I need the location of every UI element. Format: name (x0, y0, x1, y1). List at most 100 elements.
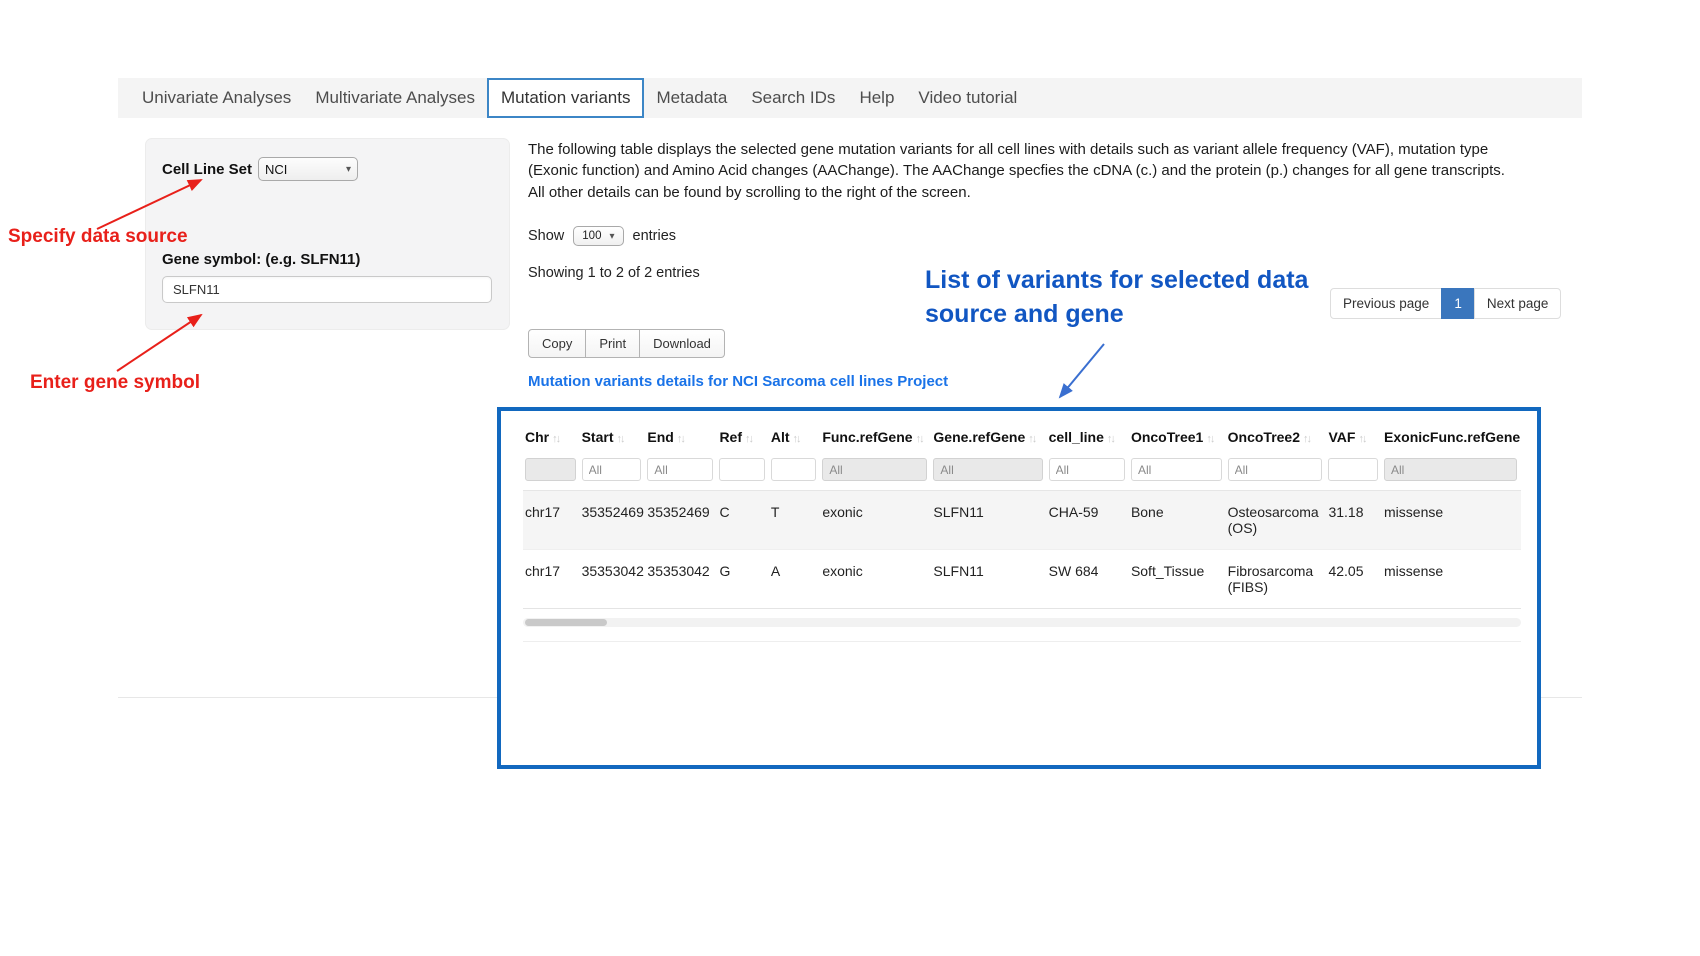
filter-cell-vaf (1326, 454, 1382, 491)
chevron-down-icon: ▾ (609, 231, 614, 242)
horizontal-scrollbar-thumb[interactable] (525, 619, 607, 626)
column-label: Ref (719, 429, 742, 445)
sort-icon[interactable]: ↑↓ (745, 433, 752, 445)
tab-video-tutorial[interactable]: Video tutorial (906, 78, 1029, 118)
column-header-vaf[interactable]: VAF↑↓ (1326, 425, 1382, 454)
column-header-chr[interactable]: Chr↑↓ (523, 425, 580, 454)
column-filter-oncotree2[interactable] (1228, 458, 1323, 481)
tab-bar: Univariate AnalysesMultivariate Analyses… (118, 78, 1582, 118)
cell-gene-refgene: SLFN11 (931, 491, 1046, 550)
column-header-end[interactable]: End↑↓ (645, 425, 717, 454)
sort-icon[interactable]: ↑↓ (793, 433, 800, 445)
filter-cell-ref (717, 454, 768, 491)
table-scroll-area (523, 609, 1521, 642)
column-filter-vaf[interactable] (1328, 458, 1378, 481)
column-header-oncotree1[interactable]: OncoTree1↑↓ (1129, 425, 1226, 454)
cell-line-set-select[interactable]: NCI ▾ (258, 157, 358, 181)
sort-icon[interactable]: ↑↓ (916, 433, 923, 445)
cell-oncotree2: Fibrosarcoma (FIBS) (1226, 550, 1327, 609)
table-description: The following table displays the selecte… (528, 139, 1522, 203)
column-filter-exonicfunc-refgene[interactable] (1384, 458, 1517, 481)
tab-search-ids[interactable]: Search IDs (739, 78, 847, 118)
sort-icon[interactable]: ↑↓ (677, 433, 684, 445)
filter-cell-oncotree2 (1226, 454, 1327, 491)
column-filter-gene-refgene[interactable] (933, 458, 1042, 481)
tab-mutation-variants[interactable]: Mutation variants (487, 78, 644, 118)
download-button[interactable]: Download (639, 329, 725, 358)
cell-start: 35352469 (580, 491, 646, 550)
tab-multivariate-analyses[interactable]: Multivariate Analyses (303, 78, 487, 118)
show-label: Show (528, 228, 564, 244)
cell-exonicfunc-refgene: missense (1382, 491, 1521, 550)
sort-icon[interactable]: ↑↓ (1303, 433, 1310, 445)
column-header-oncotree2[interactable]: OncoTree2↑↓ (1226, 425, 1327, 454)
page: Univariate AnalysesMultivariate Analyses… (0, 0, 1700, 956)
copy-button[interactable]: Copy (528, 329, 586, 358)
sort-icon[interactable]: ↑↓ (1206, 433, 1213, 445)
cell-cell-line: CHA-59 (1047, 491, 1129, 550)
cell-oncotree1: Soft_Tissue (1129, 550, 1226, 609)
blue-arrow-to-table (1060, 344, 1104, 397)
column-filter-oncotree1[interactable] (1131, 458, 1222, 481)
annotation-enter-gene-symbol: Enter gene symbol (30, 372, 200, 394)
column-header-cell-line[interactable]: cell_line↑↓ (1047, 425, 1129, 454)
cell-start: 35353042 (580, 550, 646, 609)
filter-cell-gene-refgene (931, 454, 1046, 491)
filter-cell-start (580, 454, 646, 491)
export-button-group: CopyPrintDownload (528, 329, 725, 358)
table-header-row: Chr↑↓Start↑↓End↑↓Ref↑↓Alt↑↓Func.refGene↑… (523, 425, 1521, 454)
next-page-button[interactable]: Next page (1474, 288, 1562, 319)
column-label: Gene.refGene (933, 429, 1025, 445)
column-filter-alt[interactable] (771, 458, 816, 481)
table-title-link[interactable]: Mutation variants details for NCI Sarcom… (528, 373, 948, 390)
page-length-select[interactable]: 100 ▾ (573, 226, 623, 246)
table-filter-row (523, 454, 1521, 491)
cell-vaf: 31.18 (1326, 491, 1382, 550)
tab-help[interactable]: Help (847, 78, 906, 118)
cell-ref: G (717, 550, 768, 609)
column-filter-end[interactable] (647, 458, 713, 481)
entries-label: entries (633, 228, 677, 244)
column-filter-ref[interactable] (719, 458, 764, 481)
controls-panel: Cell Line Set NCI ▾ Gene symbol: (e.g. S… (145, 138, 510, 330)
column-header-alt[interactable]: Alt↑↓ (769, 425, 820, 454)
column-header-func-refgene[interactable]: Func.refGene ↑↓ (820, 425, 931, 454)
filter-cell-alt (769, 454, 820, 491)
column-header-gene-refgene[interactable]: Gene.refGene↑↓ (931, 425, 1046, 454)
cell-end: 35352469 (645, 491, 717, 550)
sort-icon[interactable]: ↑↓ (1028, 433, 1035, 445)
table-head: Chr↑↓Start↑↓End↑↓Ref↑↓Alt↑↓Func.refGene↑… (523, 425, 1521, 491)
column-header-ref[interactable]: Ref↑↓ (717, 425, 768, 454)
previous-page-button[interactable]: Previous page (1330, 288, 1442, 319)
column-header-exonicfunc-refgene[interactable]: ExonicFunc.refGene↑↓ (1382, 425, 1521, 454)
cell-exonicfunc-refgene: missense (1382, 550, 1521, 609)
column-filter-func-refgene[interactable] (822, 458, 927, 481)
sort-icon[interactable]: ↑↓ (616, 433, 623, 445)
column-filter-chr[interactable] (525, 458, 576, 481)
cell-func-refgene: exonic (820, 491, 931, 550)
show-entries-row: Show 100 ▾ entries (528, 226, 676, 246)
column-label: Func.refGene (822, 429, 912, 445)
column-label: Chr (525, 429, 549, 445)
current-page-button[interactable]: 1 (1441, 288, 1475, 319)
sort-icon[interactable]: ↑↓ (1107, 433, 1114, 445)
column-header-start[interactable]: Start↑↓ (580, 425, 646, 454)
gene-symbol-input[interactable] (162, 276, 492, 303)
cell-func-refgene: exonic (820, 550, 931, 609)
column-label: OncoTree1 (1131, 429, 1203, 445)
tab-univariate-analyses[interactable]: Univariate Analyses (130, 78, 303, 118)
sort-icon[interactable]: ↑↓ (552, 433, 559, 445)
print-button[interactable]: Print (585, 329, 640, 358)
pagination: Previous page 1 Next page (1330, 288, 1561, 319)
column-filter-start[interactable] (582, 458, 642, 481)
variants-table: Chr↑↓Start↑↓End↑↓Ref↑↓Alt↑↓Func.refGene↑… (523, 425, 1521, 609)
filter-cell-cell-line (1047, 454, 1129, 491)
tab-metadata[interactable]: Metadata (644, 78, 739, 118)
column-filter-cell-line[interactable] (1049, 458, 1125, 481)
column-label: OncoTree2 (1228, 429, 1300, 445)
variants-table-container: Chr↑↓Start↑↓End↑↓Ref↑↓Alt↑↓Func.refGene↑… (497, 407, 1541, 769)
sort-icon[interactable]: ↑↓ (1358, 433, 1365, 445)
table-body: chr173535246935352469CTexonicSLFN11CHA-5… (523, 491, 1521, 609)
cell-chr: chr17 (523, 550, 580, 609)
horizontal-scrollbar-track[interactable] (523, 618, 1521, 627)
